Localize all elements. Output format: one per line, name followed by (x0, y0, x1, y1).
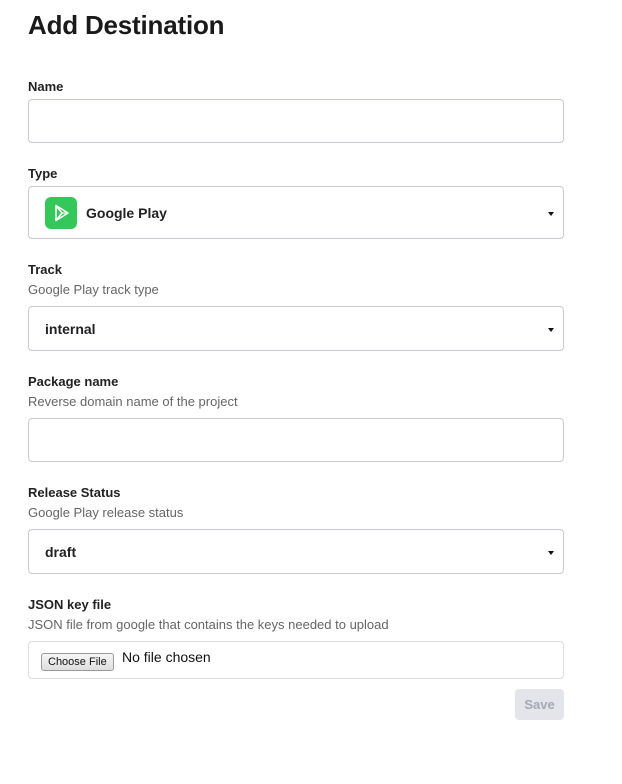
package-name-help-text: Reverse domain name of the project (28, 394, 238, 409)
package-name-label: Package name (28, 374, 119, 389)
file-status-text: No file chosen (122, 649, 211, 665)
package-name-field[interactable] (28, 418, 564, 462)
google-play-icon (45, 197, 77, 229)
package-name-input[interactable] (29, 419, 563, 461)
type-select[interactable]: Google Play (28, 186, 564, 239)
json-key-file-field: Choose File No file chosen (28, 641, 564, 679)
release-status-selected-value: draft (45, 543, 77, 560)
track-select[interactable]: internal (28, 306, 564, 351)
release-status-help-text: Google Play release status (28, 505, 184, 520)
track-selected-value: internal (45, 320, 96, 337)
page-title: Add Destination (28, 10, 225, 40)
track-help-text: Google Play track type (28, 282, 159, 297)
release-status-label: Release Status (28, 485, 121, 500)
save-button[interactable]: Save (515, 689, 564, 720)
chevron-down-icon (548, 550, 554, 555)
name-label: Name (28, 79, 64, 94)
name-field[interactable] (28, 99, 564, 143)
track-label: Track (28, 262, 62, 277)
chevron-down-icon (548, 327, 554, 332)
name-input[interactable] (29, 100, 563, 142)
json-key-file-help-text: JSON file from google that contains the … (28, 617, 389, 632)
choose-file-button[interactable]: Choose File (41, 653, 114, 671)
type-label: Type (28, 166, 58, 181)
type-selected-value: Google Play (86, 204, 167, 221)
release-status-select[interactable]: draft (28, 529, 564, 574)
json-key-file-label: JSON key file (28, 597, 112, 612)
chevron-down-icon (548, 211, 554, 216)
